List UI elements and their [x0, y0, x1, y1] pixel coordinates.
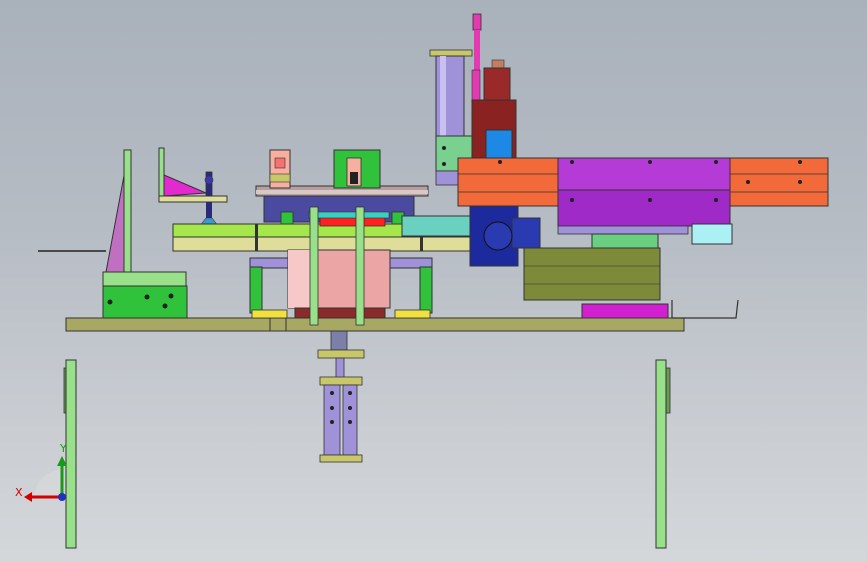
base-plate [65, 317, 685, 332]
drive-motor [523, 247, 669, 319]
coordinate-triad [24, 456, 67, 502]
assembly-drawing [24, 13, 829, 549]
x-axis-label: X [15, 486, 23, 499]
pneumatic-tube [471, 13, 482, 101]
cad-viewport[interactable]: X Y [0, 0, 867, 562]
right-leg [655, 359, 671, 549]
rotary-table [249, 249, 433, 319]
left-pick-bracket [158, 147, 228, 227]
y-axis-label: Y [60, 442, 67, 455]
coupling-block [401, 215, 471, 237]
lower-cylinder-assembly [317, 329, 365, 463]
right-cable-bracket [671, 299, 739, 319]
